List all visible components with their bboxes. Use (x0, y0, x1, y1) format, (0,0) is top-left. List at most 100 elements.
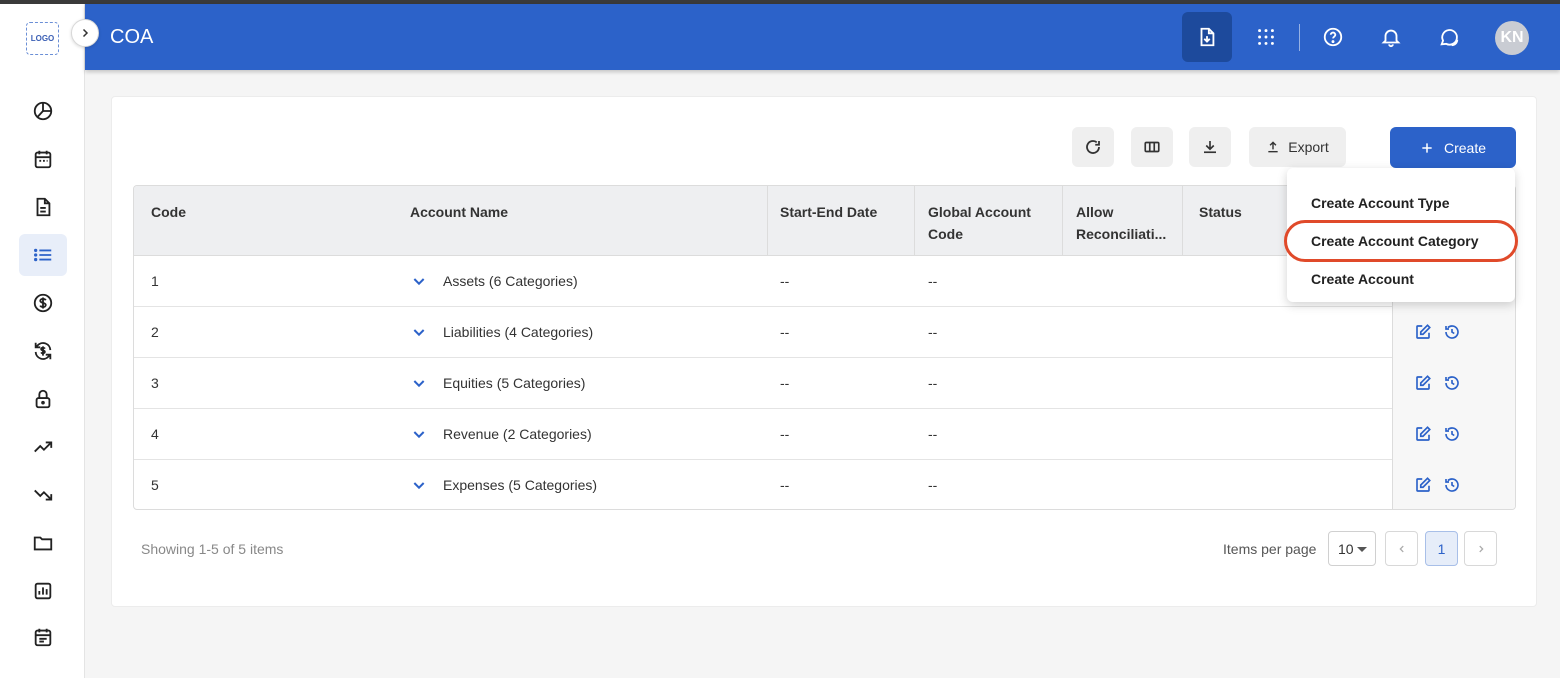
sidebar-item-coa[interactable] (19, 234, 67, 276)
items-per-page-select[interactable]: 10 (1328, 531, 1376, 566)
row-actions (1392, 358, 1515, 409)
column-header-start-end-date[interactable]: Start-End Date (780, 201, 877, 223)
menu-item-create-account-type[interactable]: Create Account Type (1311, 195, 1449, 211)
global-account-code-line-2: Code (928, 226, 963, 242)
apps-button[interactable] (1241, 12, 1291, 62)
column-separator (1182, 186, 1183, 256)
file-download-button[interactable] (1182, 12, 1232, 62)
cell-global-account-code: -- (928, 477, 938, 493)
cell-code: 1 (151, 273, 159, 289)
chat-button[interactable] (1424, 12, 1474, 62)
row-actions (1392, 409, 1515, 460)
chevron-down-icon[interactable] (411, 477, 427, 493)
bell-icon (1381, 29, 1401, 48)
column-header-allow-reconciliation[interactable]: Allow Reconciliati... (1076, 201, 1166, 245)
items-per-page-label: Items per page (1223, 541, 1317, 557)
chat-icon (1440, 29, 1459, 47)
sidebar-collapse-button[interactable] (71, 19, 99, 47)
next-page-button[interactable] (1464, 531, 1497, 566)
app-logo[interactable]: LOGO (26, 22, 59, 55)
global-account-code-line-1: Global Account (928, 204, 1031, 220)
lock-icon (35, 389, 51, 409)
user-avatar[interactable]: KN (1495, 21, 1529, 55)
sidebar: LOGO (0, 4, 85, 678)
cell-start-end-date: -- (780, 477, 790, 493)
table-row[interactable]: 5 Expenses (5 Categories) -- -- (134, 460, 1515, 509)
allow-reconciliation-line-1: Allow (1076, 204, 1114, 220)
refresh-button[interactable] (1072, 127, 1114, 167)
cell-code: 5 (151, 477, 159, 493)
sidebar-item-files[interactable] (19, 522, 67, 564)
trending-up-icon (34, 441, 53, 453)
history-icon[interactable] (1443, 425, 1461, 443)
apps-grid-icon (1258, 29, 1274, 45)
menu-item-create-account-category[interactable]: Create Account Category (1311, 233, 1479, 249)
export-button[interactable]: Export (1249, 127, 1346, 167)
column-header-status[interactable]: Status (1199, 201, 1242, 223)
history-icon[interactable] (1443, 374, 1461, 392)
history-icon[interactable] (1443, 476, 1461, 494)
cell-start-end-date: -- (780, 273, 790, 289)
create-button[interactable]: Create (1390, 127, 1516, 168)
column-separator (1062, 186, 1063, 256)
help-button[interactable] (1308, 12, 1358, 62)
sidebar-item-dashboard[interactable] (19, 90, 67, 132)
page-button-current[interactable]: 1 (1425, 531, 1458, 566)
help-icon (1323, 27, 1343, 47)
edit-icon[interactable] (1414, 425, 1432, 443)
folder-icon (33, 536, 53, 551)
edit-icon[interactable] (1414, 323, 1432, 341)
menu-item-create-account[interactable]: Create Account (1311, 271, 1414, 287)
download-button[interactable] (1189, 127, 1231, 167)
sidebar-item-expenses[interactable] (19, 474, 67, 516)
chevron-down-icon[interactable] (411, 375, 427, 391)
table-row[interactable]: 3 Equities (5 Categories) -- -- (134, 358, 1515, 409)
report-icon (34, 582, 52, 600)
chevron-left-icon (1398, 545, 1404, 552)
dollar-icon (33, 293, 53, 313)
sidebar-item-documents[interactable] (19, 186, 67, 228)
cell-code: 2 (151, 324, 159, 340)
chevron-right-icon (1478, 545, 1484, 552)
sidebar-item-notes[interactable] (19, 616, 67, 658)
caret-down-icon (1357, 547, 1367, 552)
table-row[interactable]: 2 Liabilities (4 Categories) -- -- (134, 307, 1515, 358)
prev-page-button[interactable] (1385, 531, 1418, 566)
column-header-account-name[interactable]: Account Name (410, 201, 508, 223)
download-icon (1204, 141, 1216, 154)
columns-icon (1144, 141, 1160, 153)
column-header-code[interactable]: Code (151, 201, 186, 223)
sidebar-item-reports[interactable] (19, 570, 67, 612)
sidebar-item-calendar[interactable] (19, 138, 67, 180)
sidebar-item-finance[interactable] (19, 282, 67, 324)
column-header-global-account-code[interactable]: Global Account Code (928, 201, 1031, 245)
cell-start-end-date: -- (780, 375, 790, 391)
cell-global-account-code: -- (928, 324, 938, 340)
chevron-down-icon[interactable] (411, 273, 427, 289)
notifications-button[interactable] (1366, 12, 1416, 62)
notes-icon (34, 628, 52, 647)
cell-start-end-date: -- (780, 324, 790, 340)
table-row[interactable]: 4 Revenue (2 Categories) -- -- (134, 409, 1515, 460)
trending-down-icon (34, 489, 53, 501)
sidebar-item-income[interactable] (19, 426, 67, 468)
list-icon (34, 248, 52, 262)
edit-icon[interactable] (1414, 476, 1432, 494)
header-divider (1299, 24, 1300, 51)
cell-code: 4 (151, 426, 159, 442)
sidebar-item-transactions[interactable] (19, 330, 67, 372)
history-icon[interactable] (1443, 323, 1461, 341)
upload-icon (1268, 141, 1278, 153)
columns-button[interactable] (1131, 127, 1173, 167)
pie-chart-icon (33, 101, 53, 121)
edit-icon[interactable] (1414, 374, 1432, 392)
sidebar-item-security[interactable] (19, 378, 67, 420)
column-separator (767, 186, 768, 256)
refresh-icon (1086, 140, 1100, 154)
chevron-down-icon[interactable] (411, 324, 427, 340)
file-download-icon (1200, 27, 1215, 47)
document-icon (36, 197, 51, 217)
plus-icon (1422, 142, 1432, 153)
showing-count: Showing 1-5 of 5 items (141, 541, 284, 557)
chevron-down-icon[interactable] (411, 426, 427, 442)
